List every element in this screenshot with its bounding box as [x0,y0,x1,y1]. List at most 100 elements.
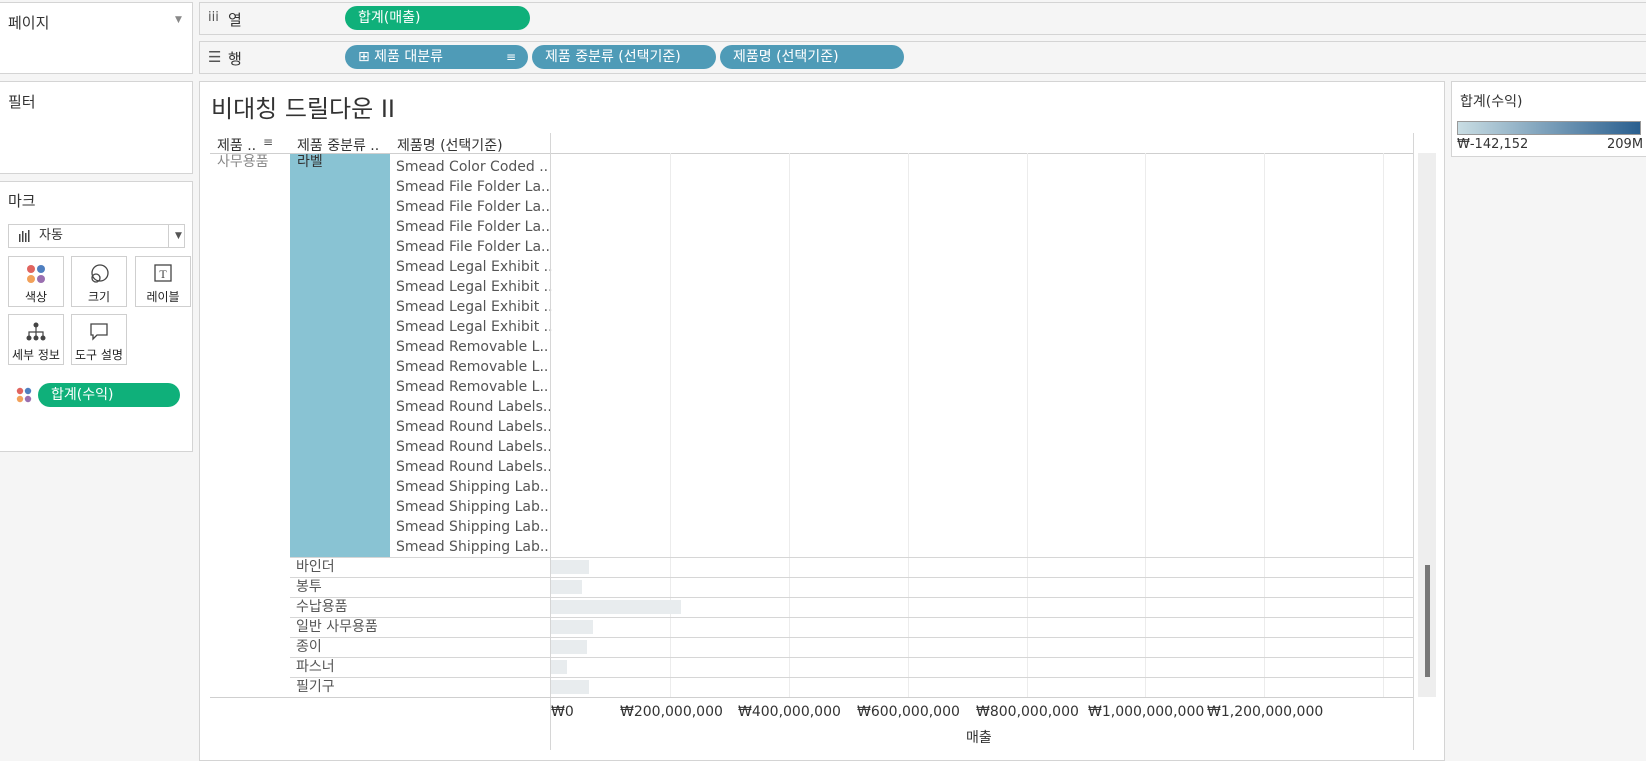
sort-icon[interactable]: ≡ [263,135,273,149]
header-divider [210,153,1413,154]
x-tick-label: ₩0 [551,704,574,720]
color-button[interactable]: 색상 [8,256,64,307]
subcategory-row[interactable]: 종이 [296,637,322,657]
product-row[interactable]: Smead File Folder La.. [396,177,550,197]
product-row[interactable]: Smead Removable L.. [396,357,548,377]
x-tick-label: ₩1,000,000,000 [1088,704,1205,720]
product-row[interactable]: Smead Round Labels.. [396,417,552,437]
svg-text:T: T [159,267,167,281]
row-divider [290,677,1413,678]
pages-card[interactable]: 페이지 ▼ [0,2,193,74]
color-button-label: 색상 [24,290,48,304]
bar-storage[interactable] [551,600,681,614]
subcategory-row[interactable]: 봉투 [296,577,322,597]
gridline [1145,153,1146,697]
subcategory-row[interactable]: 수납용품 [296,597,348,617]
row-divider [290,597,1413,598]
color-palette-icon [9,263,63,285]
x-tick-label: ₩1,200,000,000 [1207,704,1324,720]
subcategory-row[interactable]: 파스너 [296,657,335,677]
detail-button-label: 세부 정보 [12,348,60,362]
columns-label: 열 [228,11,242,29]
gridline [789,153,790,697]
x-axis-title: 매출 [966,730,992,746]
legend-max: 209M [1607,137,1644,152]
color-field-pill[interactable]: 합계(수익) [38,383,180,407]
color-dots-icon [16,387,32,407]
gridline [1027,153,1028,697]
product-row[interactable]: Smead File Folder La.. [396,197,550,217]
product-row[interactable]: Smead Removable L.. [396,337,548,357]
subcategory-label-expanded[interactable]: 라벨 [297,151,323,171]
view-title: 비대칭 드릴다운 II [211,95,395,123]
subcategory-row[interactable]: 바인더 [296,557,335,577]
tooltip-button[interactable]: 도구 설명 [71,314,127,365]
product-row[interactable]: Smead Legal Exhibit .. [396,297,553,317]
bar-writing-tools[interactable] [551,680,589,694]
rows-list-icon: ☰ [208,48,222,66]
row-divider [290,657,1413,658]
product-row[interactable]: Smead Removable L.. [396,377,548,397]
chevron-down-icon[interactable]: ▼ [175,15,182,25]
row-divider [290,617,1413,618]
filters-label: 필터 [8,93,36,111]
bar-office-general[interactable] [551,620,593,634]
rows-pill-category[interactable]: ⊞ 제품 대분류 ≡ [345,45,528,69]
mark-type-value: 자동 [39,228,63,243]
product-row[interactable]: Smead Shipping Lab.. [396,497,549,517]
product-row[interactable]: Smead File Folder La.. [396,217,550,237]
product-row[interactable]: Smead File Folder La.. [396,237,550,257]
product-row[interactable]: Smead Legal Exhibit .. [396,277,553,297]
bar-fastener[interactable] [551,660,567,674]
speech-bubble-icon [72,321,126,343]
hierarchy-icon [9,321,63,343]
mark-type-dropdown[interactable]: 자동 ▼ [8,224,185,248]
bar-binder[interactable] [551,560,589,574]
product-row[interactable]: Smead Shipping Lab.. [396,477,549,497]
selected-subcategory-cell[interactable] [290,154,390,557]
product-row[interactable]: Smead Shipping Lab.. [396,537,549,557]
subcategory-row[interactable]: 필기구 [296,677,335,697]
legend-title: 합계(수익) [1460,94,1523,110]
size-button[interactable]: 크기 [71,256,127,307]
legend-card[interactable]: 합계(수익) ₩-142,152 209M [1451,81,1646,157]
row-divider [290,557,1413,558]
x-tick-label: ₩200,000,000 [620,704,723,720]
gridline [670,153,671,697]
product-row[interactable]: Smead Round Labels.. [396,397,552,417]
gridline [1383,153,1384,697]
gridline [908,153,909,697]
detail-button[interactable]: 세부 정보 [8,314,64,365]
product-row[interactable]: Smead Round Labels.. [396,437,552,457]
label-button[interactable]: T 레이블 [135,256,191,307]
product-row[interactable]: Smead Legal Exhibit .. [396,257,553,277]
columns-icon: iii [208,10,219,25]
pages-label: 페이지 [8,14,50,32]
bar-envelope[interactable] [551,580,582,594]
category-label[interactable]: 사무용품 [217,151,269,171]
bar-chart-icon [18,225,30,255]
scrollbar-thumb[interactable] [1425,565,1430,677]
pane-right-border [1413,133,1414,750]
product-row[interactable]: Smead Round Labels.. [396,457,552,477]
size-circles-icon [72,263,126,285]
axis-baseline [210,697,1413,698]
row-divider [290,637,1413,638]
tooltip-button-label: 도구 설명 [75,348,123,362]
columns-field-pill[interactable]: 합계(매출) [345,6,530,30]
product-row[interactable]: Smead Shipping Lab.. [396,517,549,537]
subcategory-row[interactable]: 일반 사무용품 [296,617,378,637]
product-row[interactable]: Smead Color Coded .. [396,157,548,177]
header-product[interactable]: 제품명 (선택기준) [397,135,503,155]
rows-pill-subcategory[interactable]: 제품 중분류 (선택기준) [532,45,716,69]
size-button-label: 크기 [87,290,111,304]
filters-card[interactable]: 필터 [0,81,193,174]
bar-paper[interactable] [551,640,587,654]
gridline [1264,153,1265,697]
rows-pill-product[interactable]: 제품명 (선택기준) [720,45,904,69]
rows-pill-category-label: ⊞ 제품 대분류 [358,49,444,65]
text-label-icon: T [136,263,190,285]
product-row[interactable]: Smead Legal Exhibit .. [396,317,553,337]
x-tick-label: ₩400,000,000 [738,704,841,720]
legend-color-ramp [1457,121,1641,135]
